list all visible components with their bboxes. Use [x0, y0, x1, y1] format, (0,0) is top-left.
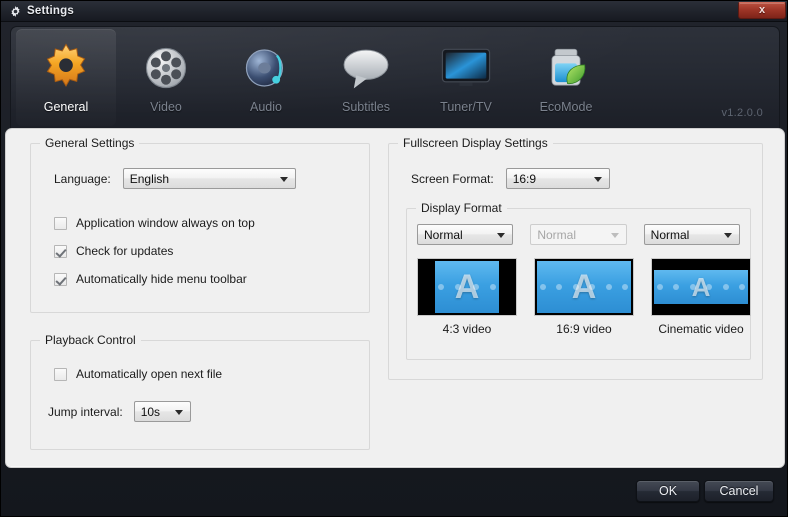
- chevron-down-icon: [610, 232, 619, 238]
- tab-list: General Video Audio Subtitles Tuner/TV E…: [11, 27, 779, 128]
- cancel-button[interactable]: Cancel: [704, 480, 774, 502]
- settings-window: Settings x General Video Audio Subtitles…: [0, 0, 788, 517]
- chevron-down-icon: [593, 176, 602, 182]
- language-value: English: [129, 171, 170, 186]
- checkbox-box: [54, 216, 67, 230]
- preview-caption: 4:3 video: [442, 322, 492, 336]
- checkbox-auto-open-next-file[interactable]: Automatically open next file: [54, 367, 355, 381]
- display-format-value: Normal: [537, 227, 576, 242]
- checkbox-box: [54, 244, 67, 258]
- display-format-group: Display Format Normal Normal Normal A 4:…: [406, 201, 751, 360]
- title-bar: Settings x: [1, 1, 787, 22]
- screen-format-row: Screen Format: 16:9: [411, 168, 751, 189]
- left-column: General Settings Language: English Appli…: [30, 136, 370, 450]
- checkbox-hide-menu-toolbar[interactable]: Automatically hide menu toolbar: [54, 272, 355, 286]
- dots-decoration: [537, 284, 631, 290]
- ok-label: OK: [658, 484, 678, 498]
- tab-label: Tuner/TV: [440, 100, 492, 114]
- tab-label: General: [43, 100, 89, 114]
- screen-format-select[interactable]: 16:9: [505, 168, 610, 189]
- tab-label: Subtitles: [342, 100, 390, 114]
- general-settings-title: General Settings: [40, 136, 140, 150]
- general-settings-group: General Settings Language: English Appli…: [30, 136, 370, 313]
- language-row: Language: English: [54, 168, 355, 189]
- fullscreen-display-group: Fullscreen Display Settings Screen Forma…: [388, 136, 763, 380]
- checkbox-always-on-top[interactable]: Application window always on top: [54, 216, 355, 230]
- playback-control-title: Playback Control: [40, 333, 141, 347]
- playback-control-group: Playback Control Automatically open next…: [30, 333, 370, 450]
- tab-subtitles[interactable]: Subtitles: [316, 29, 416, 126]
- battery-leaf-icon: [536, 40, 596, 95]
- checkbox-box: [54, 367, 67, 381]
- tab-label: Video: [150, 100, 182, 114]
- fullscreen-display-title: Fullscreen Display Settings: [398, 136, 553, 150]
- checkbox-check-for-updates[interactable]: Check for updates: [54, 244, 355, 258]
- settings-panel: General Settings Language: English Appli…: [5, 128, 785, 468]
- chevron-down-icon: [497, 232, 506, 238]
- tab-general[interactable]: General: [16, 29, 116, 126]
- jump-interval-label: Jump interval:: [48, 404, 123, 419]
- dots-decoration: [435, 284, 499, 290]
- dots-decoration: [654, 284, 748, 290]
- display-format-value: Normal: [650, 227, 690, 242]
- preview-cinematic[interactable]: A Cinematic video: [651, 258, 751, 336]
- language-label: Language:: [54, 171, 111, 186]
- tab-video[interactable]: Video: [116, 29, 216, 126]
- screen-format-value: 16:9: [512, 171, 537, 186]
- close-button[interactable]: x: [738, 2, 786, 19]
- right-column: Fullscreen Display Settings Screen Forma…: [388, 136, 763, 380]
- display-format-value: Normal: [424, 227, 463, 242]
- display-format-select-cinematic[interactable]: Normal: [643, 224, 740, 245]
- close-icon: x: [758, 4, 766, 16]
- dialog-footer: OK Cancel: [1, 467, 787, 516]
- checkbox-label: Automatically hide menu toolbar: [76, 272, 247, 286]
- tab-toolbar: General Video Audio Subtitles Tuner/TV E…: [10, 26, 780, 128]
- preview-thumbnails: A 4:3 video A 16:9 video A Cinematic vid…: [417, 258, 751, 336]
- preview-4-3[interactable]: A 4:3 video: [417, 258, 517, 336]
- display-format-select-4-3[interactable]: Normal: [417, 224, 514, 245]
- display-format-title: Display Format: [416, 201, 507, 215]
- language-select[interactable]: English: [122, 168, 296, 189]
- gear-icon: [10, 5, 21, 17]
- preview-16-9[interactable]: A 16:9 video: [534, 258, 634, 336]
- tab-tuner-tv[interactable]: Tuner/TV: [416, 29, 516, 126]
- tab-ecomode[interactable]: EcoMode: [516, 29, 616, 126]
- checkbox-label: Check for updates: [76, 244, 174, 258]
- chevron-down-icon: [723, 232, 732, 238]
- television-icon: [436, 40, 496, 95]
- ok-button[interactable]: OK: [636, 480, 700, 502]
- film-reel-icon: [136, 40, 196, 95]
- tab-label: Audio: [250, 100, 282, 114]
- jump-interval-row: Jump interval: 10s: [48, 401, 355, 422]
- preview-caption: 16:9 video: [556, 322, 612, 336]
- screen-format-label: Screen Format:: [411, 171, 494, 186]
- window-title: Settings: [27, 5, 74, 17]
- cancel-label: Cancel: [719, 484, 759, 498]
- checkbox-label: Application window always on top: [76, 216, 255, 230]
- jump-interval-value: 10s: [140, 404, 161, 419]
- preview-thumbnail: A: [651, 258, 751, 316]
- tab-audio[interactable]: Audio: [216, 29, 316, 126]
- tab-label: EcoMode: [539, 100, 593, 114]
- preview-caption: Cinematic video: [658, 322, 744, 336]
- version-label: v1.2.0.0: [721, 107, 763, 119]
- gear-icon: [36, 40, 96, 95]
- chevron-down-icon: [174, 409, 183, 415]
- chevron-down-icon: [279, 176, 288, 182]
- speaker-icon: [236, 40, 296, 95]
- speech-bubble-icon: [336, 40, 396, 95]
- display-format-select-16-9: Normal: [530, 224, 627, 245]
- checkbox-label: Automatically open next file: [76, 367, 223, 381]
- preview-thumbnail: A: [417, 258, 517, 316]
- jump-interval-select[interactable]: 10s: [133, 401, 191, 422]
- preview-thumbnail: A: [534, 258, 634, 316]
- checkbox-box: [54, 272, 67, 286]
- display-format-selectors: Normal Normal Normal: [417, 224, 740, 245]
